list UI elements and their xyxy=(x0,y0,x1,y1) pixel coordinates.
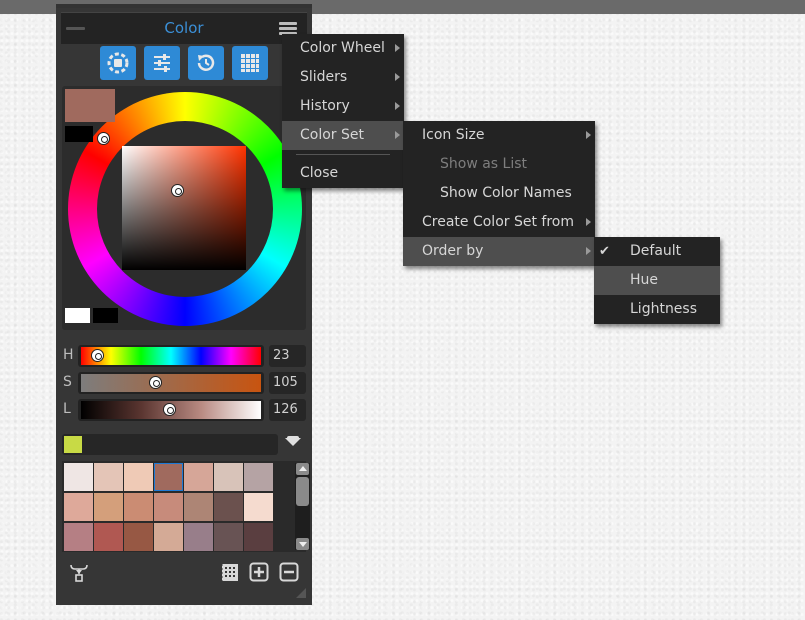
color-swatch[interactable] xyxy=(94,493,123,521)
hue-value[interactable]: 23 xyxy=(269,345,306,367)
menu-item-sliders[interactable]: Sliders xyxy=(282,63,404,92)
saturation-lightness-square[interactable] xyxy=(122,146,246,270)
scroll-thumb[interactable] xyxy=(296,477,309,506)
menu-item-color-wheel[interactable]: Color Wheel xyxy=(282,34,404,63)
sv-marker[interactable] xyxy=(171,184,184,197)
wheel-icon xyxy=(107,52,129,74)
color-set-dropdown-icon[interactable] xyxy=(285,436,301,446)
saturation-label: S xyxy=(63,374,72,390)
hue-slider-row: H 23 xyxy=(62,345,308,367)
color-set-mode-button[interactable] xyxy=(232,46,268,80)
eyedropper-pin-icon[interactable] xyxy=(69,562,89,582)
color-swatch[interactable] xyxy=(244,463,273,491)
color-swatch[interactable] xyxy=(94,523,123,551)
chevron-right-icon xyxy=(395,44,400,52)
color-swatch[interactable] xyxy=(184,493,213,521)
color-swatch[interactable] xyxy=(244,523,273,551)
color-swatch[interactable] xyxy=(214,463,243,491)
lightness-slider-row: L 126 xyxy=(62,399,308,421)
menu-item-close[interactable]: Close xyxy=(282,159,404,188)
lightness-label: L xyxy=(63,401,71,417)
color-wheel-area xyxy=(62,86,306,330)
swatch-grid xyxy=(62,461,310,552)
menu-item-order-by[interactable]: Order by xyxy=(403,237,595,266)
hue-label: H xyxy=(63,347,74,363)
menu-item-create-color-set-from[interactable]: Create Color Set from xyxy=(403,208,595,237)
lightness-value[interactable]: 126 xyxy=(269,399,306,421)
chevron-right-icon xyxy=(586,131,591,139)
menu-item-default[interactable]: ✔ Default xyxy=(594,237,720,266)
panel-context-menu: Color Wheel Sliders History Color Set Cl… xyxy=(282,34,404,188)
scroll-down-icon[interactable] xyxy=(296,538,309,550)
grid-icon xyxy=(241,54,259,72)
color-swatch[interactable] xyxy=(214,493,243,521)
color-set-submenu: Icon Size Show as List Show Color Names … xyxy=(403,121,595,266)
menu-item-history[interactable]: History xyxy=(282,92,404,121)
color-set-selector[interactable] xyxy=(62,434,278,455)
history-icon xyxy=(197,54,215,71)
saturation-slider-row: S 105 xyxy=(62,372,308,394)
checkmark-icon: ✔ xyxy=(599,244,610,259)
menu-item-color-set[interactable]: Color Set xyxy=(282,121,404,150)
color-swatch[interactable] xyxy=(244,493,273,521)
chevron-right-icon xyxy=(395,102,400,110)
panel-header[interactable]: Color xyxy=(61,12,307,44)
sliders-mode-button[interactable] xyxy=(144,46,180,80)
chevron-right-icon xyxy=(586,247,591,255)
hue-marker[interactable] xyxy=(97,132,110,145)
saturation-slider-handle[interactable] xyxy=(148,376,162,389)
saturation-value[interactable]: 105 xyxy=(269,372,306,394)
menu-separator xyxy=(296,154,390,155)
color-swatch[interactable] xyxy=(154,463,183,491)
menu-item-show-as-list[interactable]: Show as List xyxy=(403,150,595,179)
lightness-slider[interactable] xyxy=(78,399,264,421)
order-by-submenu: ✔ Default Hue Lightness xyxy=(594,237,720,324)
menu-item-lightness[interactable]: Lightness xyxy=(594,295,720,324)
resize-grip[interactable] xyxy=(296,588,306,598)
scroll-up-icon[interactable] xyxy=(296,463,309,475)
menu-item-icon-size[interactable]: Icon Size xyxy=(403,121,595,150)
panel-title: Color xyxy=(164,19,204,37)
color-swatch[interactable] xyxy=(124,463,153,491)
remove-swatch-button[interactable] xyxy=(279,562,299,582)
menu-item-show-color-names[interactable]: Show Color Names xyxy=(403,179,595,208)
saturation-slider[interactable] xyxy=(78,372,264,394)
color-swatch[interactable] xyxy=(214,523,243,551)
color-wheel-mode-button[interactable] xyxy=(100,46,136,80)
color-swatch[interactable] xyxy=(154,493,183,521)
color-swatch[interactable] xyxy=(64,493,93,521)
add-swatch-button[interactable] xyxy=(249,562,269,582)
color-swatch[interactable] xyxy=(124,493,153,521)
menu-item-hue[interactable]: Hue xyxy=(594,266,720,295)
color-swatch[interactable] xyxy=(184,523,213,551)
color-swatch[interactable] xyxy=(184,463,213,491)
hue-slider[interactable] xyxy=(78,345,264,367)
chevron-right-icon xyxy=(395,73,400,81)
color-swatch[interactable] xyxy=(94,463,123,491)
chevron-right-icon xyxy=(395,131,400,139)
chevron-right-icon xyxy=(586,218,591,226)
plus-icon xyxy=(249,562,269,582)
swatch-scrollbar[interactable] xyxy=(295,463,310,550)
color-set-chip xyxy=(64,436,82,453)
color-panel: Color H 23 S 105 L 126 xyxy=(56,4,312,605)
current-color-swatch xyxy=(65,89,115,122)
previous-color-swatch[interactable] xyxy=(65,126,93,142)
color-swatch[interactable] xyxy=(64,463,93,491)
color-set-book-icon[interactable] xyxy=(219,562,239,582)
background-color-swatch[interactable] xyxy=(93,308,118,323)
history-mode-button[interactable] xyxy=(188,46,224,80)
color-swatch[interactable] xyxy=(64,523,93,551)
color-swatch[interactable] xyxy=(124,523,153,551)
sliders-icon xyxy=(154,54,170,72)
minus-icon xyxy=(279,562,299,582)
foreground-color-swatch[interactable] xyxy=(65,308,90,323)
color-swatch[interactable] xyxy=(154,523,183,551)
